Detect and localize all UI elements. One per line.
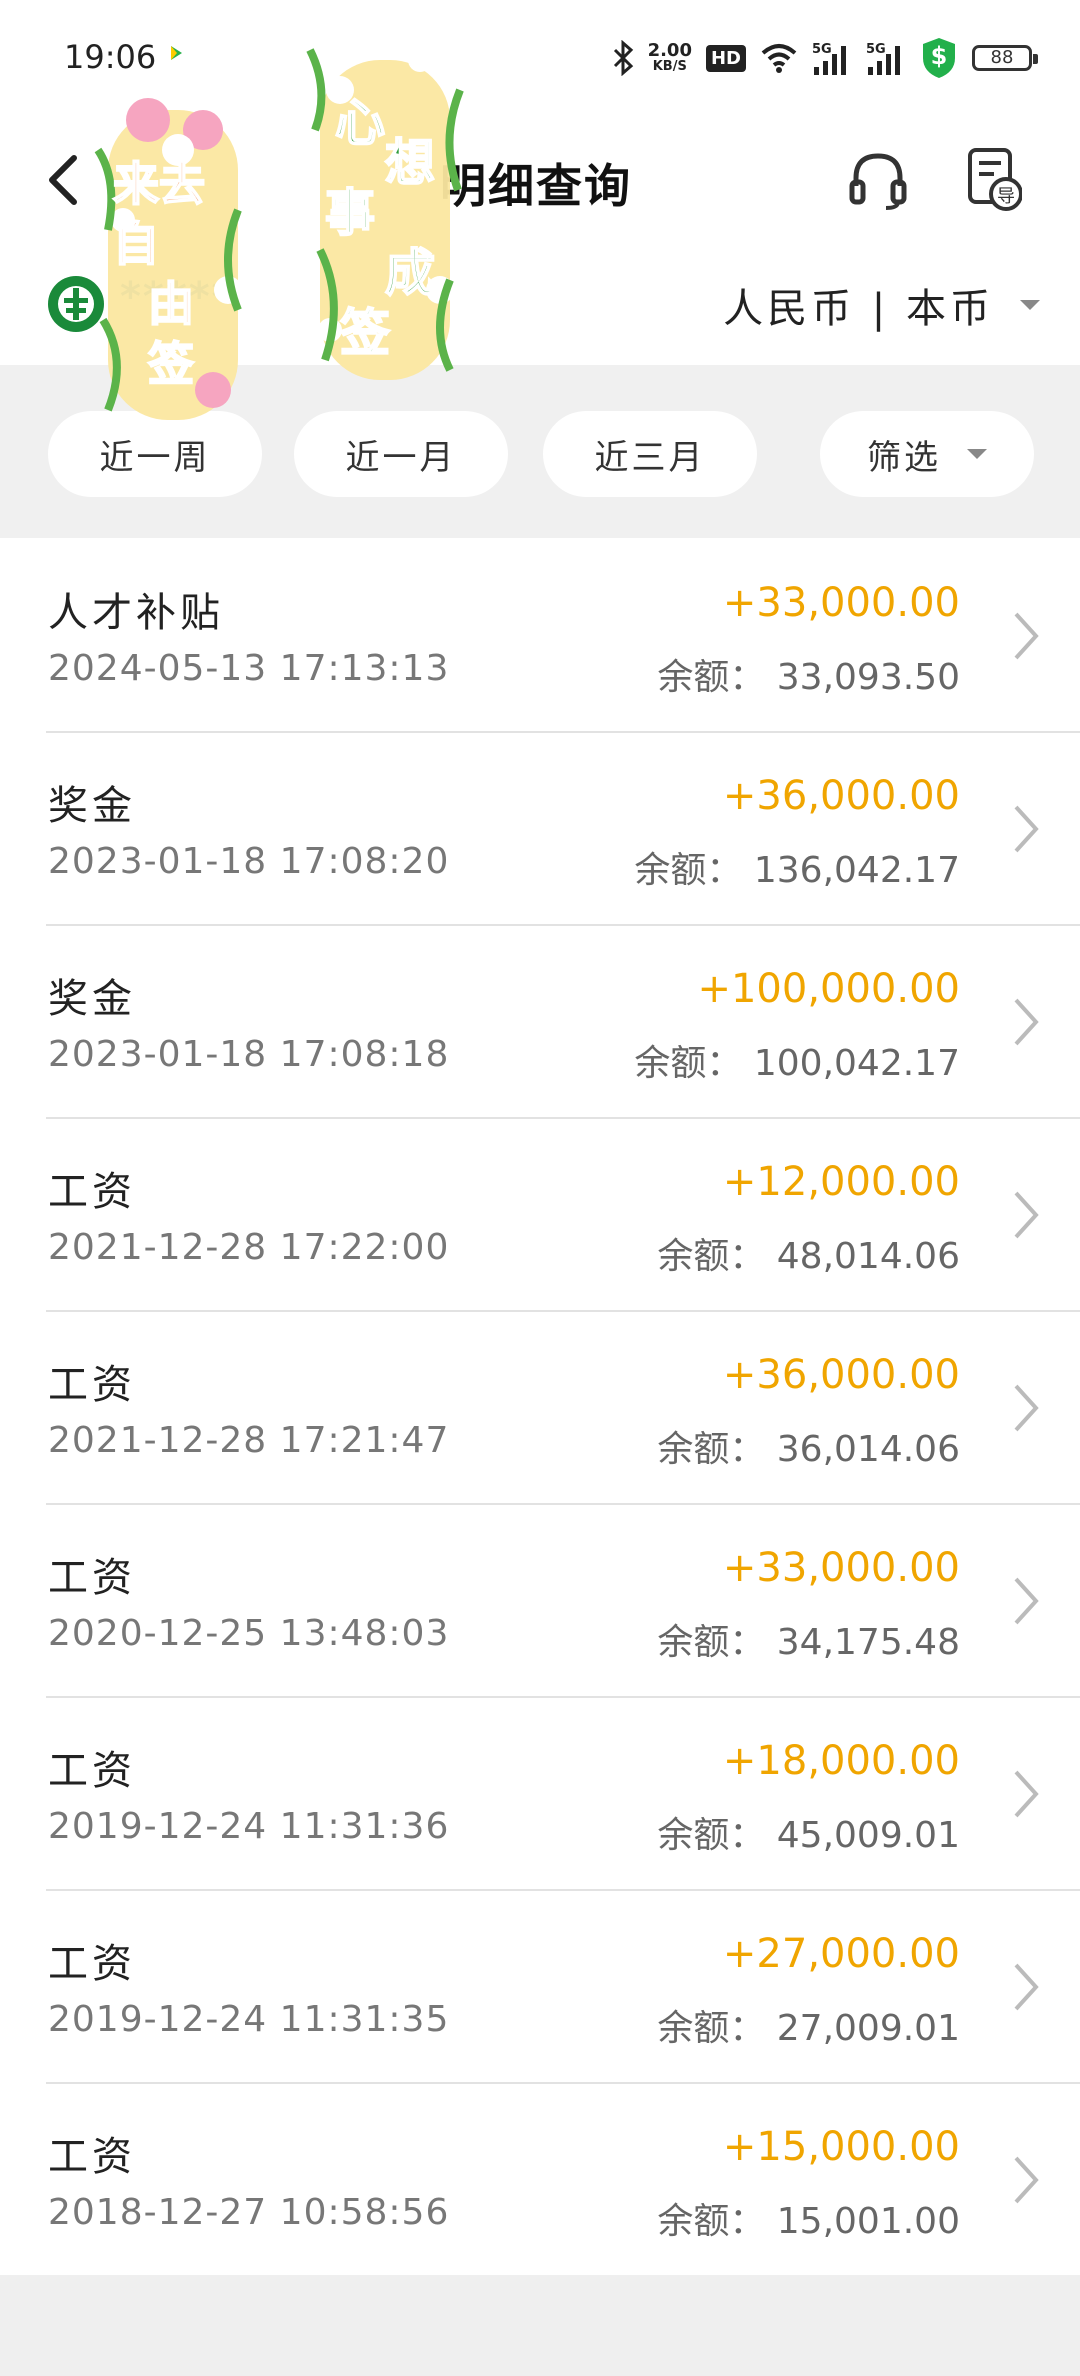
headset-icon[interactable] xyxy=(846,148,910,212)
transaction-row[interactable]: 工资 2019-12-24 11:31:35 +27,000.00 余额： 27… xyxy=(0,1889,1080,2082)
app-notification-icon xyxy=(163,41,187,65)
transaction-title: 工资 xyxy=(48,1362,136,1408)
transaction-row[interactable]: 工资 2020-12-25 13:48:03 +33,000.00 余额： 34… xyxy=(0,1503,1080,1696)
security-shield-icon: $ xyxy=(920,36,958,80)
transaction-date: 2021-12-28 17:22:00 xyxy=(48,1227,450,1268)
chevron-right-icon xyxy=(1014,2156,1039,2204)
transaction-balance: 余额： 36,014.06 xyxy=(657,1429,960,1470)
transaction-date: 2021-12-28 17:21:47 xyxy=(48,1420,450,1461)
transaction-date: 2020-12-25 13:48:03 xyxy=(48,1613,450,1654)
chevron-right-icon xyxy=(1014,805,1039,853)
battery-indicator: 88 xyxy=(972,45,1038,71)
transaction-date: 2019-12-24 11:31:36 xyxy=(48,1806,450,1847)
page-title: 明细查询 xyxy=(440,159,632,213)
transaction-amount: +15,000.00 xyxy=(722,2124,960,2170)
bank-logo-icon xyxy=(48,276,104,332)
account-number: ***** xyxy=(120,274,235,320)
transaction-balance: 余额： 136,042.17 xyxy=(634,850,960,891)
transaction-balance: 余额： 15,001.00 xyxy=(657,2201,960,2242)
transaction-amount: +33,000.00 xyxy=(722,1545,960,1591)
transaction-title: 人才补贴 xyxy=(48,590,224,636)
transaction-row[interactable]: 工资 2021-12-28 17:21:47 +36,000.00 余额： 36… xyxy=(0,1310,1080,1503)
bluetooth-icon xyxy=(613,40,633,76)
status-bar: 19:06 2.00 KB/S HD 5G 5G $ 88 xyxy=(0,0,1080,120)
transaction-balance: 余额： 100,042.17 xyxy=(634,1043,960,1084)
chevron-right-icon xyxy=(1014,612,1039,660)
chevron-right-icon xyxy=(1014,1384,1039,1432)
transaction-amount: +27,000.00 xyxy=(722,1931,960,1977)
signal-bars-icon xyxy=(814,46,846,75)
transaction-amount: +12,000.00 xyxy=(722,1159,960,1205)
filter-last-week[interactable]: 近一周 xyxy=(48,411,262,497)
back-button[interactable] xyxy=(40,150,90,210)
transaction-date: 2019-12-24 11:31:35 xyxy=(48,1999,450,2040)
transaction-row[interactable]: 奖金 2023-01-18 17:08:20 +36,000.00 余额： 13… xyxy=(0,731,1080,924)
transaction-balance: 余额： 45,009.01 xyxy=(657,1815,960,1856)
transaction-title: 工资 xyxy=(48,1555,136,1601)
transaction-row[interactable]: 工资 2019-12-24 11:31:36 +18,000.00 余额： 45… xyxy=(0,1696,1080,1889)
transaction-list: 人才补贴 2024-05-13 17:13:13 +33,000.00 余额： … xyxy=(0,538,1080,2275)
transaction-amount: +100,000.00 xyxy=(697,966,960,1012)
transaction-title: 奖金 xyxy=(48,783,136,829)
chevron-right-icon xyxy=(1014,1770,1039,1818)
status-time: 19:06 xyxy=(64,38,157,76)
transaction-title: 工资 xyxy=(48,1748,136,1794)
chevron-down-icon xyxy=(1020,300,1040,310)
transaction-date: 2023-01-18 17:08:18 xyxy=(48,1034,450,1075)
chevron-right-icon xyxy=(1014,1191,1039,1239)
filter-bar: 近一周 近一月 近三月 筛选 xyxy=(0,365,1080,538)
transaction-row[interactable]: 工资 2021-12-28 17:22:00 +12,000.00 余额： 48… xyxy=(0,1117,1080,1310)
transaction-balance: 余额： 33,093.50 xyxy=(657,657,960,698)
chevron-right-icon xyxy=(1014,1577,1039,1625)
chevron-down-icon xyxy=(967,449,987,459)
transaction-title: 工资 xyxy=(48,2134,136,2180)
export-document-icon[interactable]: 导 xyxy=(966,146,1022,212)
transaction-amount: +18,000.00 xyxy=(722,1738,960,1784)
transaction-title: 奖金 xyxy=(48,976,136,1022)
signal-bars-icon xyxy=(868,46,900,75)
filter-last-three-months[interactable]: 近三月 xyxy=(543,411,757,497)
wifi-icon xyxy=(761,44,797,73)
transaction-date: 2018-12-27 10:58:56 xyxy=(48,2192,450,2233)
signal-1: 5G xyxy=(812,41,852,75)
svg-text:导: 导 xyxy=(997,186,1015,207)
chevron-right-icon xyxy=(1014,1963,1039,2011)
currency-label: 人民币 | 本币 xyxy=(723,286,994,332)
transaction-balance: 余额： 34,175.48 xyxy=(657,1622,960,1663)
filter-dropdown[interactable]: 筛选 xyxy=(820,411,1034,497)
status-icons: 2.00 KB/S HD 5G 5G $ 88 xyxy=(612,34,1038,82)
network-speed: 2.00 KB/S xyxy=(647,40,692,74)
transaction-amount: +36,000.00 xyxy=(722,773,960,819)
filter-last-month[interactable]: 近一月 xyxy=(294,411,508,497)
transaction-amount: +36,000.00 xyxy=(722,1352,960,1398)
transaction-row[interactable]: 奖金 2023-01-18 17:08:18 +100,000.00 余额： 1… xyxy=(0,924,1080,1117)
transaction-row[interactable]: 工资 2018-12-27 10:58:56 +15,000.00 余额： 15… xyxy=(0,2082,1080,2275)
transaction-title: 工资 xyxy=(48,1169,136,1215)
signal-2: 5G xyxy=(866,41,906,75)
transaction-title: 工资 xyxy=(48,1941,136,1987)
chevron-right-icon xyxy=(1014,998,1039,1046)
transaction-balance: 余额： 48,014.06 xyxy=(657,1236,960,1277)
transaction-date: 2024-05-13 17:13:13 xyxy=(48,648,450,689)
transaction-balance: 余额： 27,009.01 xyxy=(657,2008,960,2049)
transaction-date: 2023-01-18 17:08:20 xyxy=(48,841,450,882)
transaction-amount: +33,000.00 xyxy=(722,580,960,626)
transaction-row[interactable]: 人才补贴 2024-05-13 17:13:13 +33,000.00 余额： … xyxy=(0,538,1080,731)
hd-voice-badge: HD xyxy=(705,44,746,72)
currency-selector[interactable]: 人民币 | 本币 xyxy=(723,276,1040,334)
